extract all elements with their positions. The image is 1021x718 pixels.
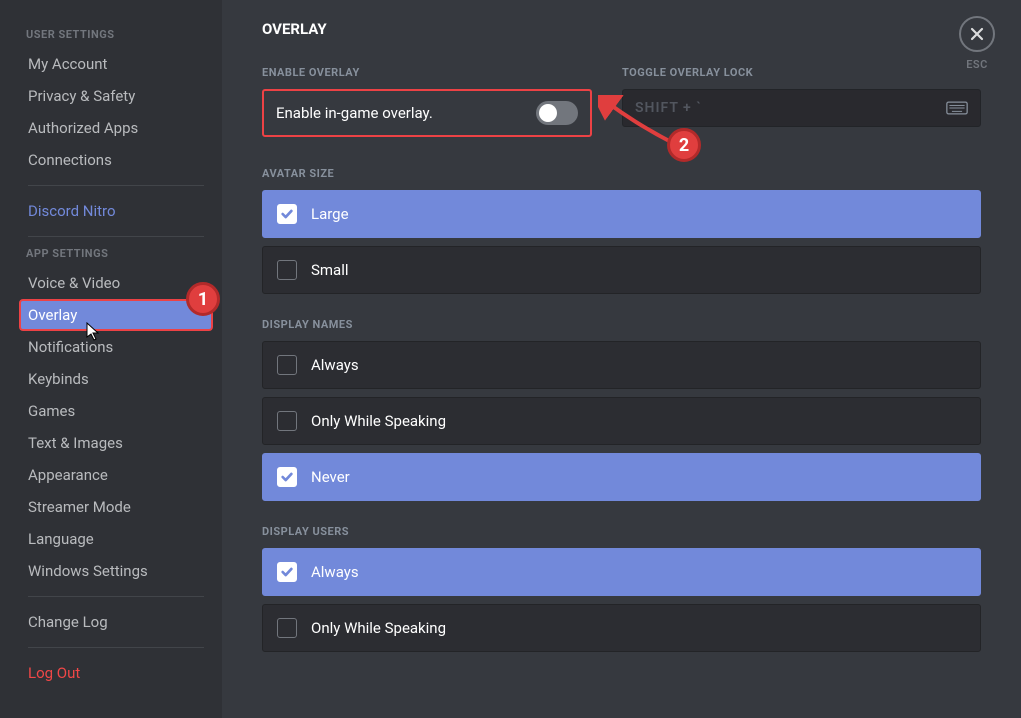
option-label: Always — [311, 563, 359, 581]
avatar-option-small[interactable]: Small — [262, 246, 981, 294]
checkbox-icon — [277, 411, 297, 431]
option-label: Always — [311, 356, 359, 374]
close-esc-label: ESC — [959, 58, 995, 71]
avatar-size-header: AVATAR SIZE — [262, 167, 981, 180]
sidebar-item-notifications[interactable]: Notifications — [20, 332, 212, 362]
sidebar-item-authorized-apps[interactable]: Authorized Apps — [20, 113, 212, 143]
checkbox-icon — [277, 355, 297, 375]
sidebar-item-streamer-mode[interactable]: Streamer Mode — [20, 492, 212, 522]
sidebar-item-voice-video[interactable]: Voice & Video — [20, 268, 212, 298]
enable-overlay-header: ENABLE OVERLAY — [262, 66, 592, 79]
checkbox-icon — [277, 467, 297, 487]
keyboard-icon — [946, 101, 968, 115]
page-title: OVERLAY — [262, 20, 981, 38]
option-label: Never — [311, 468, 350, 486]
sidebar-item-windows-settings[interactable]: Windows Settings — [20, 556, 212, 586]
display-users-header: DISPLAY USERS — [262, 525, 981, 538]
sidebar-item-games[interactable]: Games — [20, 396, 212, 426]
names-option-speaking[interactable]: Only While Speaking — [262, 397, 981, 445]
sidebar-separator — [28, 647, 204, 648]
users-option-always[interactable]: Always — [262, 548, 981, 596]
names-option-always[interactable]: Always — [262, 341, 981, 389]
sidebar-separator — [28, 185, 204, 186]
close-icon — [969, 26, 985, 42]
sidebar-section-app: APP SETTINGS — [26, 247, 212, 260]
checkbox-icon — [277, 618, 297, 638]
option-label: Small — [311, 261, 349, 279]
sidebar-item-keybinds[interactable]: Keybinds — [20, 364, 212, 394]
sidebar-separator — [28, 596, 204, 597]
sidebar-item-overlay[interactable]: Overlay — [20, 300, 212, 330]
enable-overlay-row: Enable in-game overlay. — [262, 89, 592, 137]
option-label: Large — [311, 205, 349, 223]
sidebar-item-appearance[interactable]: Appearance — [20, 460, 212, 490]
main-content: ESC OVERLAY ENABLE OVERLAY Enable in-gam… — [222, 0, 1021, 718]
toggle-lock-keybind[interactable]: SHIFT + ` — [622, 89, 981, 127]
sidebar-item-nitro[interactable]: Discord Nitro — [20, 196, 212, 226]
close-button[interactable] — [959, 16, 995, 52]
sidebar-section-user: USER SETTINGS — [26, 28, 212, 41]
enable-overlay-toggle[interactable] — [536, 101, 578, 125]
sidebar-item-text-images[interactable]: Text & Images — [20, 428, 212, 458]
sidebar-item-privacy-safety[interactable]: Privacy & Safety — [20, 81, 212, 111]
sidebar-separator — [28, 236, 204, 237]
checkbox-icon — [277, 204, 297, 224]
close-panel: ESC — [959, 16, 995, 71]
users-option-speaking[interactable]: Only While Speaking — [262, 604, 981, 652]
display-names-header: DISPLAY NAMES — [262, 318, 981, 331]
checkbox-icon — [277, 562, 297, 582]
toggle-lock-header: TOGGLE OVERLAY LOCK — [622, 66, 981, 79]
names-option-never[interactable]: Never — [262, 453, 981, 501]
toggle-lock-value: SHIFT + ` — [635, 100, 702, 116]
enable-overlay-label: Enable in-game overlay. — [276, 104, 433, 122]
avatar-option-large[interactable]: Large — [262, 190, 981, 238]
sidebar-item-change-log[interactable]: Change Log — [20, 607, 212, 637]
sidebar-item-my-account[interactable]: My Account — [20, 49, 212, 79]
checkbox-icon — [277, 260, 297, 280]
option-label: Only While Speaking — [311, 619, 446, 637]
sidebar-item-language[interactable]: Language — [20, 524, 212, 554]
option-label: Only While Speaking — [311, 412, 446, 430]
sidebar-item-log-out[interactable]: Log Out — [20, 658, 212, 688]
sidebar-item-connections[interactable]: Connections — [20, 145, 212, 175]
settings-sidebar: USER SETTINGS My Account Privacy & Safet… — [0, 0, 222, 718]
